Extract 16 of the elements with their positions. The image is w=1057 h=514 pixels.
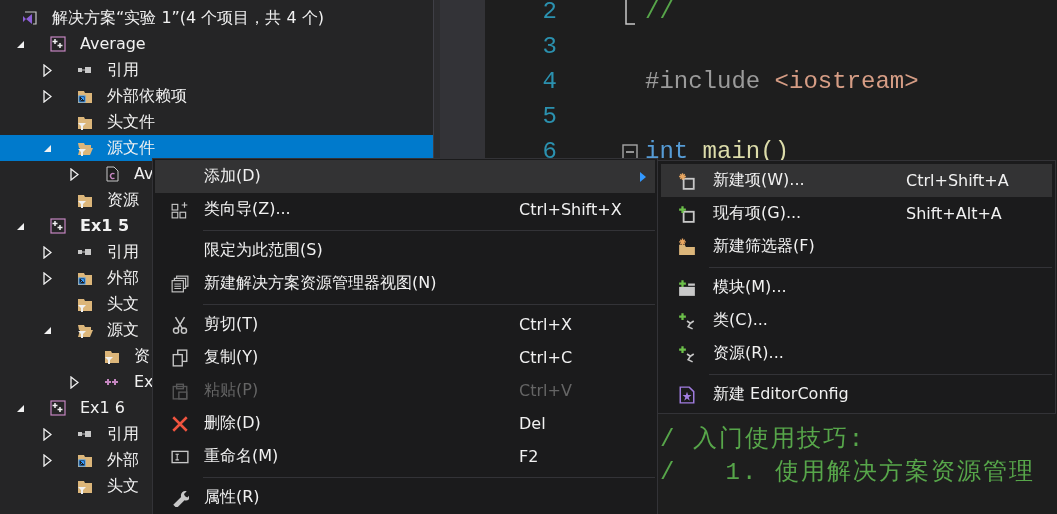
line-number: 3 <box>541 32 557 61</box>
shortcut-label: Ctrl+Shift+A <box>906 171 1009 190</box>
shortcut-label: Ctrl+V <box>519 381 572 400</box>
code-line: // <box>645 0 674 26</box>
code-line: / 1. 使用解决方案资源管理 <box>660 459 1035 488</box>
line-number: 2 <box>541 0 557 26</box>
shortcut-label: Shift+Alt+A <box>906 204 1002 223</box>
shortcut-label: Ctrl+Shift+X <box>519 200 622 219</box>
line-number: 4 <box>541 67 557 96</box>
shortcut-label: Ctrl+X <box>519 315 572 334</box>
code-line: #include <iostream> <box>645 67 919 96</box>
shortcut-label: Del <box>519 414 546 433</box>
shortcut-label: Ctrl+C <box>519 348 573 367</box>
code-line: / 入门使用技巧: <box>660 425 866 454</box>
line-number: 5 <box>541 102 557 131</box>
shortcut-label: F2 <box>519 447 539 466</box>
